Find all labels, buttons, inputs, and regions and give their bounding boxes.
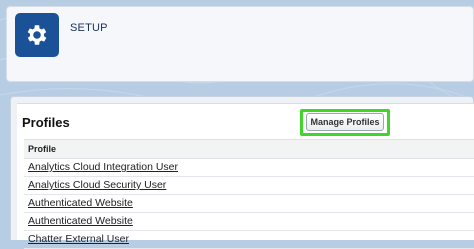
table-row: Analytics Cloud Security User <box>24 177 474 195</box>
panel-title: Profiles <box>22 115 70 130</box>
profile-link[interactable]: Analytics Cloud Integration User <box>28 161 178 173</box>
setup-header <box>6 6 474 82</box>
profile-link[interactable]: Analytics Cloud Security User <box>28 179 166 191</box>
profile-link[interactable]: Authenticated Website <box>28 215 133 227</box>
column-header-profile: Profile <box>24 140 474 159</box>
manage-profiles-button[interactable]: Manage Profiles <box>306 113 384 131</box>
profile-link[interactable]: Chatter External User <box>28 233 129 245</box>
table-row: Authenticated Website <box>24 195 474 213</box>
setup-tile <box>15 13 59 57</box>
table-row: Chatter External User <box>24 231 474 249</box>
profile-link[interactable]: Authenticated Website <box>28 197 133 209</box>
table-row: Authenticated Website <box>24 213 474 231</box>
gear-icon <box>27 25 47 45</box>
table-row: Analytics Cloud Integration User <box>24 159 474 177</box>
profiles-table: Profile Analytics Cloud Integration User… <box>24 139 474 249</box>
page-title: SETUP <box>70 22 108 34</box>
